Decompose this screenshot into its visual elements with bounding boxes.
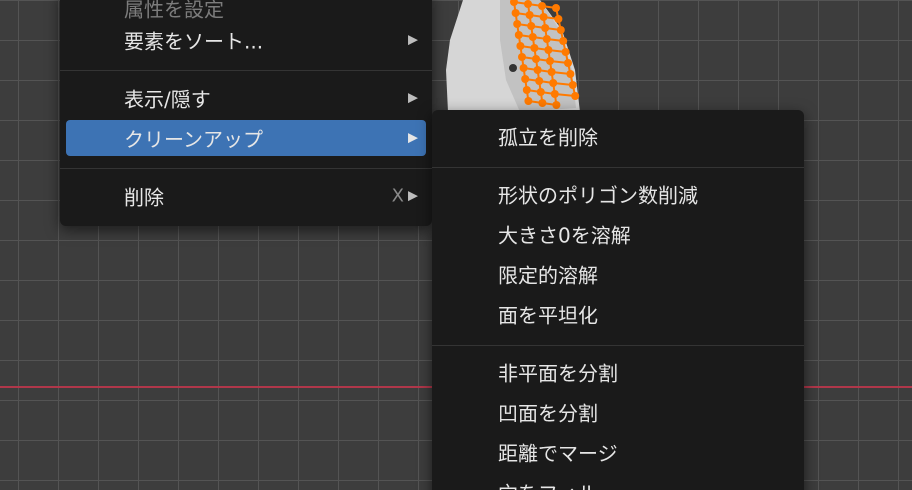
mesh-vertex <box>544 46 553 54</box>
submenu-item-fill-holes[interactable]: 穴をフィル <box>438 474 798 490</box>
submenu-arrow-icon: ▶ <box>408 32 418 48</box>
mesh-vertex <box>514 31 523 39</box>
mesh-vertex <box>539 13 548 21</box>
mesh-vertex <box>568 81 577 89</box>
mesh-vertex <box>521 75 530 83</box>
menu-separator <box>432 345 804 346</box>
menu-item-label: 表示/隠す <box>124 87 211 112</box>
mesh-vertex <box>532 55 540 63</box>
submenu-item-label: 凹面を分割 <box>498 401 598 426</box>
mesh-vertex <box>527 22 536 30</box>
mesh-vertex <box>530 44 539 52</box>
mesh-vertex <box>566 70 575 78</box>
menu-item-label: 要素をソート... <box>124 29 264 54</box>
menu-item-label: クリーンアップ <box>124 127 263 152</box>
submenu-arrow-icon: ▶ <box>408 130 418 146</box>
mesh-vertex <box>541 24 550 32</box>
mesh-vertex <box>519 64 528 72</box>
mesh-vertex <box>571 92 580 100</box>
mesh-vertex <box>536 88 545 96</box>
mesh-vertex <box>518 53 526 61</box>
mesh-vertex <box>528 33 537 41</box>
mesh-vertex <box>538 99 547 107</box>
mesh-vertex <box>535 77 544 85</box>
mesh-vertex <box>559 37 568 45</box>
submenu-item-degenerate-dissolve[interactable]: 大きさ0を溶解 <box>438 216 798 252</box>
mesh-vertex <box>516 42 525 50</box>
mesh-vertex <box>556 26 565 34</box>
menu-item-delete[interactable]: 削除 X ▶ <box>66 178 426 214</box>
menu-separator <box>60 70 432 71</box>
submenu-item-make-planar-faces[interactable]: 面を平坦化 <box>438 296 798 332</box>
object-origin <box>509 64 517 72</box>
mesh-vertex <box>547 68 556 76</box>
submenu-item-label: 距離でマージ <box>498 441 618 466</box>
submenu-item-label: 限定的溶解 <box>498 263 598 288</box>
submenu-item-label: 孤立を削除 <box>498 125 598 150</box>
submenu-item-label: 大きさ0を溶解 <box>498 223 631 248</box>
mesh-vertex <box>524 97 533 105</box>
mesh-vertex <box>546 57 554 65</box>
submenu-item-limited-dissolve[interactable]: 限定的溶解 <box>438 256 798 292</box>
menu-item-show-hide[interactable]: 表示/隠す ▶ <box>66 80 426 116</box>
submenu-item-delete-loose[interactable]: 孤立を削除 <box>438 118 798 154</box>
submenu-item-decimate-geometry[interactable]: 形状のポリゴン数削減 <box>438 176 798 212</box>
submenu-arrow-icon: ▶ <box>408 188 418 204</box>
menu-item-sort-elements[interactable]: 要素をソート... ▶ <box>66 22 426 58</box>
submenu-item-split-concave[interactable]: 凹面を分割 <box>438 394 798 430</box>
submenu-arrow-icon: ▶ <box>408 90 418 106</box>
mesh-vertex <box>552 101 561 109</box>
menu-item-label: 属性を設定 <box>124 0 224 22</box>
mesh-vertex <box>549 79 558 87</box>
mesh-vertex <box>525 11 534 19</box>
submenu-item-split-non-planar[interactable]: 非平面を分割 <box>438 354 798 390</box>
cleanup-submenu: 孤立を削除 形状のポリゴン数削減 大きさ0を溶解 限定的溶解 面を平坦化 非平面… <box>432 110 804 490</box>
mesh-vertex <box>550 90 559 98</box>
menu-separator <box>60 168 432 169</box>
mesh-vertex <box>513 20 522 28</box>
mesh-vertex <box>511 9 520 17</box>
mesh-vertex <box>552 4 560 12</box>
mesh-vertex <box>522 86 531 94</box>
mesh-vertex <box>538 2 546 10</box>
menu-separator <box>432 167 804 168</box>
mesh-vertex <box>554 15 563 23</box>
submenu-item-merge-by-distance[interactable]: 距離でマージ <box>438 434 798 470</box>
menu-item-clean-up[interactable]: クリーンアップ ▶ <box>66 120 426 156</box>
mesh-vertex <box>564 59 572 67</box>
mesh-vertex <box>533 66 542 74</box>
mesh-vertex <box>542 35 551 43</box>
mesh-context-menu: 属性を設定 要素をソート... ▶ 表示/隠す ▶ クリーンアップ ▶ 削除 X… <box>60 0 432 226</box>
submenu-item-label: 面を平坦化 <box>498 303 598 328</box>
submenu-item-label: 非平面を分割 <box>498 361 618 386</box>
submenu-item-label: 形状のポリゴン数削減 <box>498 183 698 208</box>
submenu-item-label: 穴をフィル <box>498 478 598 490</box>
mesh-vertex <box>561 48 570 56</box>
mesh-vertex <box>524 0 532 8</box>
shortcut-key: X <box>391 185 404 207</box>
menu-item-label: 削除 <box>124 185 164 210</box>
